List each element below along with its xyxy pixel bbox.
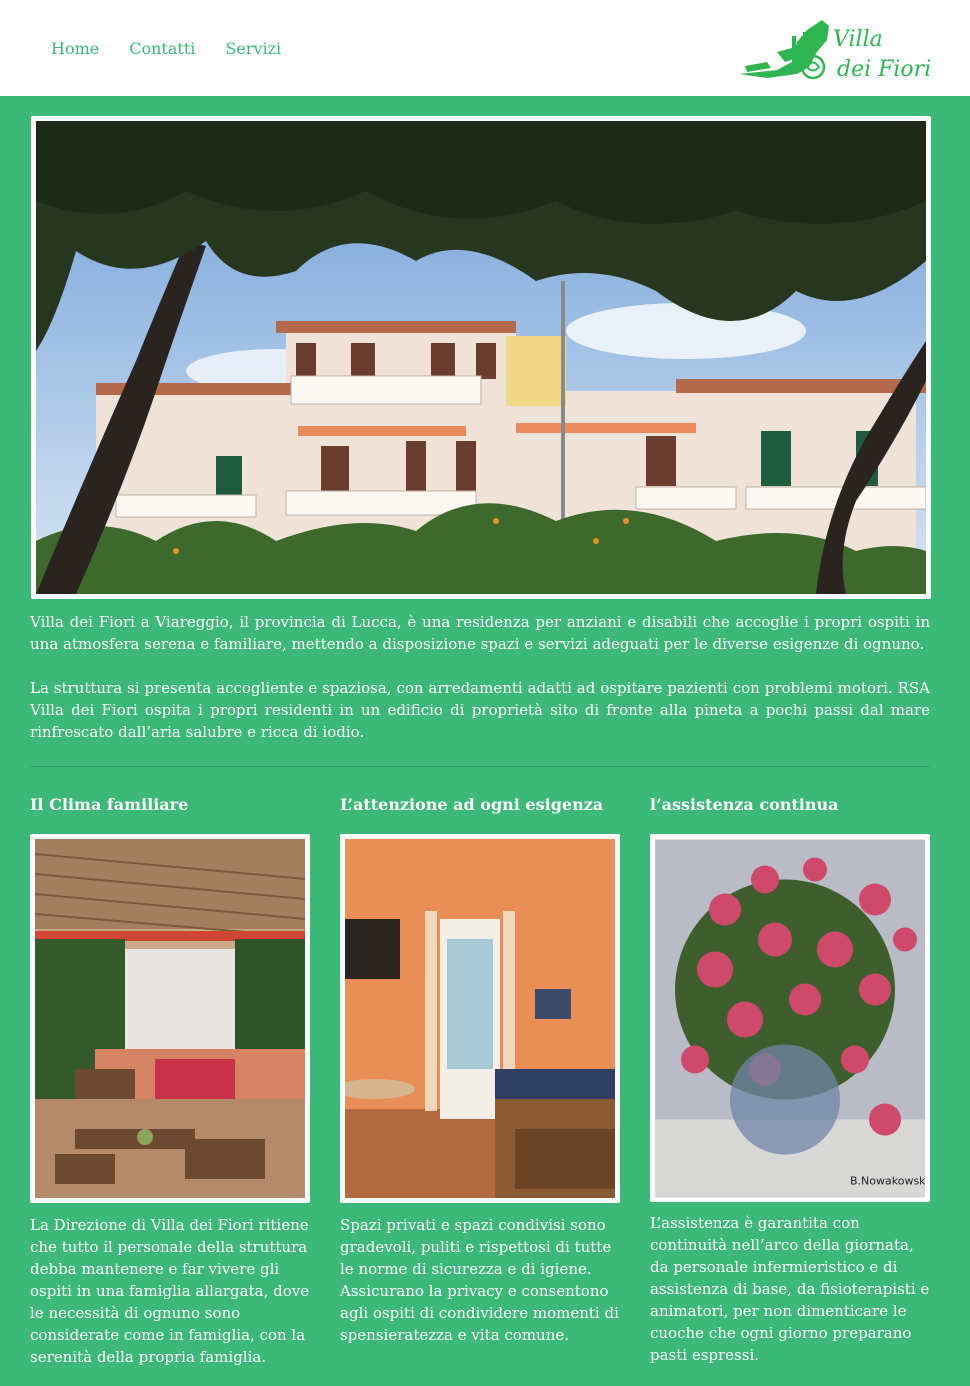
site-header: Home Contatti Servizi Villa dei Fiori [0,0,970,96]
villa-dei-fiori-logo[interactable]: Villa dei Fiori [737,12,932,84]
hero-image-frame [31,116,931,599]
feature-image-frame [30,834,310,1203]
feature-column-assistenza: l’assistenza continua B.Nowakowska L’ass… [650,794,930,1364]
villa-facade-photo [36,121,926,594]
feature-text: La Direzione di Villa dei Fiori ritiene … [30,1216,310,1366]
logo-text-villa: Villa [833,27,883,52]
feature-column-attenzione: L’attenzione ad ogni esigenza Spazi priv… [340,794,620,1344]
nav-home-link[interactable]: Home [51,39,99,58]
feature-text: Spazi privati e spazi condivisi sono gra… [340,1216,619,1344]
feature-title: l’assistenza continua [650,795,839,814]
intro-paragraph-1: Villa dei Fiori a Viareggio, il provinci… [30,613,930,653]
feature-title: L’attenzione ad ogni esigenza [340,795,604,814]
nav-servizi-link[interactable]: Servizi [225,39,281,58]
intro-text: Villa dei Fiori a Viareggio, il provinci… [30,611,930,743]
feature-title: Il Clima familiare [30,795,189,814]
main-nav: Home Contatti Servizi [51,39,281,58]
painting-signature: B.Nowakowska [850,1175,925,1188]
terrace-photo [35,839,305,1198]
feature-image-frame: B.Nowakowska [650,834,930,1202]
logo-text-dei-fiori: dei Fiori [837,57,931,82]
nav-contatti-link[interactable]: Contatti [129,39,195,58]
feature-column-clima: Il Clima familiare La Direzione di Villa… [30,794,310,1366]
bedroom-photo [345,839,615,1198]
intro-paragraph-2: La struttura si presenta accogliente e s… [30,679,930,741]
feature-image-frame [340,834,620,1203]
roses-painting: B.Nowakowska [655,839,925,1198]
section-divider [30,766,930,767]
feature-text: L’assistenza è garantita con continuità … [650,1214,930,1364]
